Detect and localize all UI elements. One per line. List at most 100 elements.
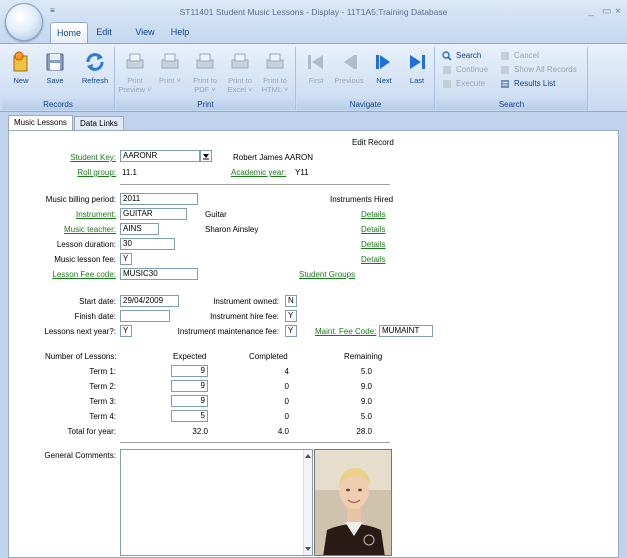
details-link-4[interactable]: Details [361,255,385,264]
term-1-expected-field[interactable]: 9 [171,365,208,377]
lesson-duration-label: Lesson duration: [56,240,116,249]
print-excel-button[interactable]: Print to Excel ˅ [223,51,257,94]
continue-button[interactable]: Continue [442,64,488,75]
results-list-button[interactable]: Results List [500,78,555,89]
lesson-fee-code-field[interactable]: MUSIC30 [120,268,198,280]
next-record-icon [376,55,390,69]
instrument-maintenance-fee-label: Instrument maintenance fee: [177,327,279,336]
lesson-fee-field[interactable]: Y [120,253,132,265]
instrument-link[interactable]: Instrument: [9,210,116,219]
previous-button[interactable]: Previous [332,51,366,85]
lesson-fee-label: Music lesson fee: [54,255,116,264]
save-button[interactable]: Save [38,51,72,85]
close-button[interactable]: × [615,6,621,17]
minimize-button[interactable]: _ [588,6,594,17]
show-all-records-button[interactable]: Show All Records [500,64,577,75]
lessons-next-year-field[interactable]: Y [120,325,132,337]
student-groups-link[interactable]: Student Groups [299,270,355,279]
term-1-label: Term 1: [89,367,116,376]
first-button[interactable]: First [299,51,333,85]
tab-edit[interactable]: Edit [90,22,118,43]
cancel-button[interactable]: Cancel [500,50,539,61]
records-group: New Save Refresh Records [2,47,115,110]
save-icon [46,53,64,71]
lesson-duration-field[interactable]: 30 [120,238,175,250]
remaining-header: Remaining [344,352,383,361]
print-preview-button[interactable]: Print Preview ˅ [118,51,152,94]
tab-music-lessons[interactable]: Music Lessons [8,115,73,131]
roll-group-link[interactable]: Roll group: [9,168,116,177]
academic-year-link[interactable]: Academic year: [231,168,286,177]
tab-view[interactable]: View [130,22,160,43]
teacher-name: Sharon Ainsley [205,225,259,234]
dropdown-icon [203,154,209,160]
details-link-1[interactable]: Details [361,210,385,219]
billing-period-field[interactable]: 2011 [120,193,198,205]
student-key-field[interactable]: AARONR [120,150,200,162]
search-group: Search Continue Execute Cancel Show All … [436,47,588,110]
last-button[interactable]: Last [400,51,434,85]
general-comments-label: General Comments: [44,451,116,460]
divider [120,442,390,443]
instrument-hire-fee-field[interactable]: Y [285,310,297,322]
student-name: Robert James AARON [233,153,314,162]
details-link-3[interactable]: Details [361,240,385,249]
execute-icon [443,80,451,88]
student-lookup-button[interactable] [200,150,212,162]
student-key-link[interactable]: Student Key: [9,153,116,162]
new-button[interactable]: New [4,51,38,85]
maint-fee-code-field[interactable]: MUMAINT [379,325,433,337]
student-photo-image [315,450,391,555]
expected-header: Expected [173,352,207,361]
execute-button[interactable]: Execute [442,78,485,89]
instrument-owned-field[interactable]: N [285,295,297,307]
print-html-button[interactable]: Print to HTML ˅ [258,51,292,94]
music-teacher-field[interactable]: AINS [120,223,159,235]
finish-date-field[interactable] [120,310,170,322]
first-record-icon [308,55,323,69]
instrument-maintenance-fee-field[interactable]: Y [285,325,297,337]
refresh-button[interactable]: Refresh [76,51,114,85]
term-2-expected-field[interactable]: 9 [171,380,208,392]
previous-record-icon [344,55,357,69]
tab-help[interactable]: Help [166,22,194,43]
details-link-2[interactable]: Details [361,225,385,234]
tab-data-links[interactable]: Data Links [74,116,124,131]
term-3-remaining: 9.0 [360,397,372,406]
instrument-description: Guitar [205,210,227,219]
next-button[interactable]: Next [367,51,401,85]
scroll-down-icon [305,547,311,551]
cancel-icon [501,52,509,60]
term-2-remaining: 9.0 [360,382,372,391]
billing-period-label: Music billing period: [45,195,116,204]
instrument-field[interactable]: GUITAR [120,208,187,220]
term-4-label: Term 4: [89,412,116,421]
results-list-icon [501,80,509,88]
divider [120,184,390,185]
term-4-expected-field[interactable]: 5 [171,410,208,422]
pdf-printer-icon [196,53,214,69]
term-4-remaining: 5.0 [360,412,372,421]
print-pdf-button[interactable]: Print to PDF ˅ [188,51,222,94]
continue-icon [443,66,451,74]
restore-button[interactable]: ▭ [602,6,611,17]
tab-home[interactable]: Home [50,22,88,44]
comments-scrollbar[interactable] [303,450,312,555]
term-3-expected-field[interactable]: 9 [171,395,208,407]
search-group-label: Search [436,99,587,110]
navigate-group-label: Navigate [297,99,434,110]
term-3-completed: 0 [284,397,289,406]
maint-fee-code-link[interactable]: Maint. Fee Code: [315,327,376,336]
ribbon: New Save Refresh Records Print Preview ˅ [0,43,627,112]
lesson-fee-code-link[interactable]: Lesson Fee code: [9,270,116,279]
show-all-icon [501,66,509,74]
print-group: Print Preview ˅ Print ˅ Print to PDF ˅ P… [116,47,296,110]
student-photo [314,449,392,556]
search-button[interactable]: Search [442,50,481,61]
print-button[interactable]: Print ˅ [153,51,187,85]
music-teacher-link[interactable]: Music teacher: [9,225,116,234]
lessons-header-label: Number of Lessons: [45,352,117,361]
term-2-completed: 0 [284,382,289,391]
general-comments-field[interactable] [120,449,313,556]
total-expected: 32.0 [192,427,208,436]
